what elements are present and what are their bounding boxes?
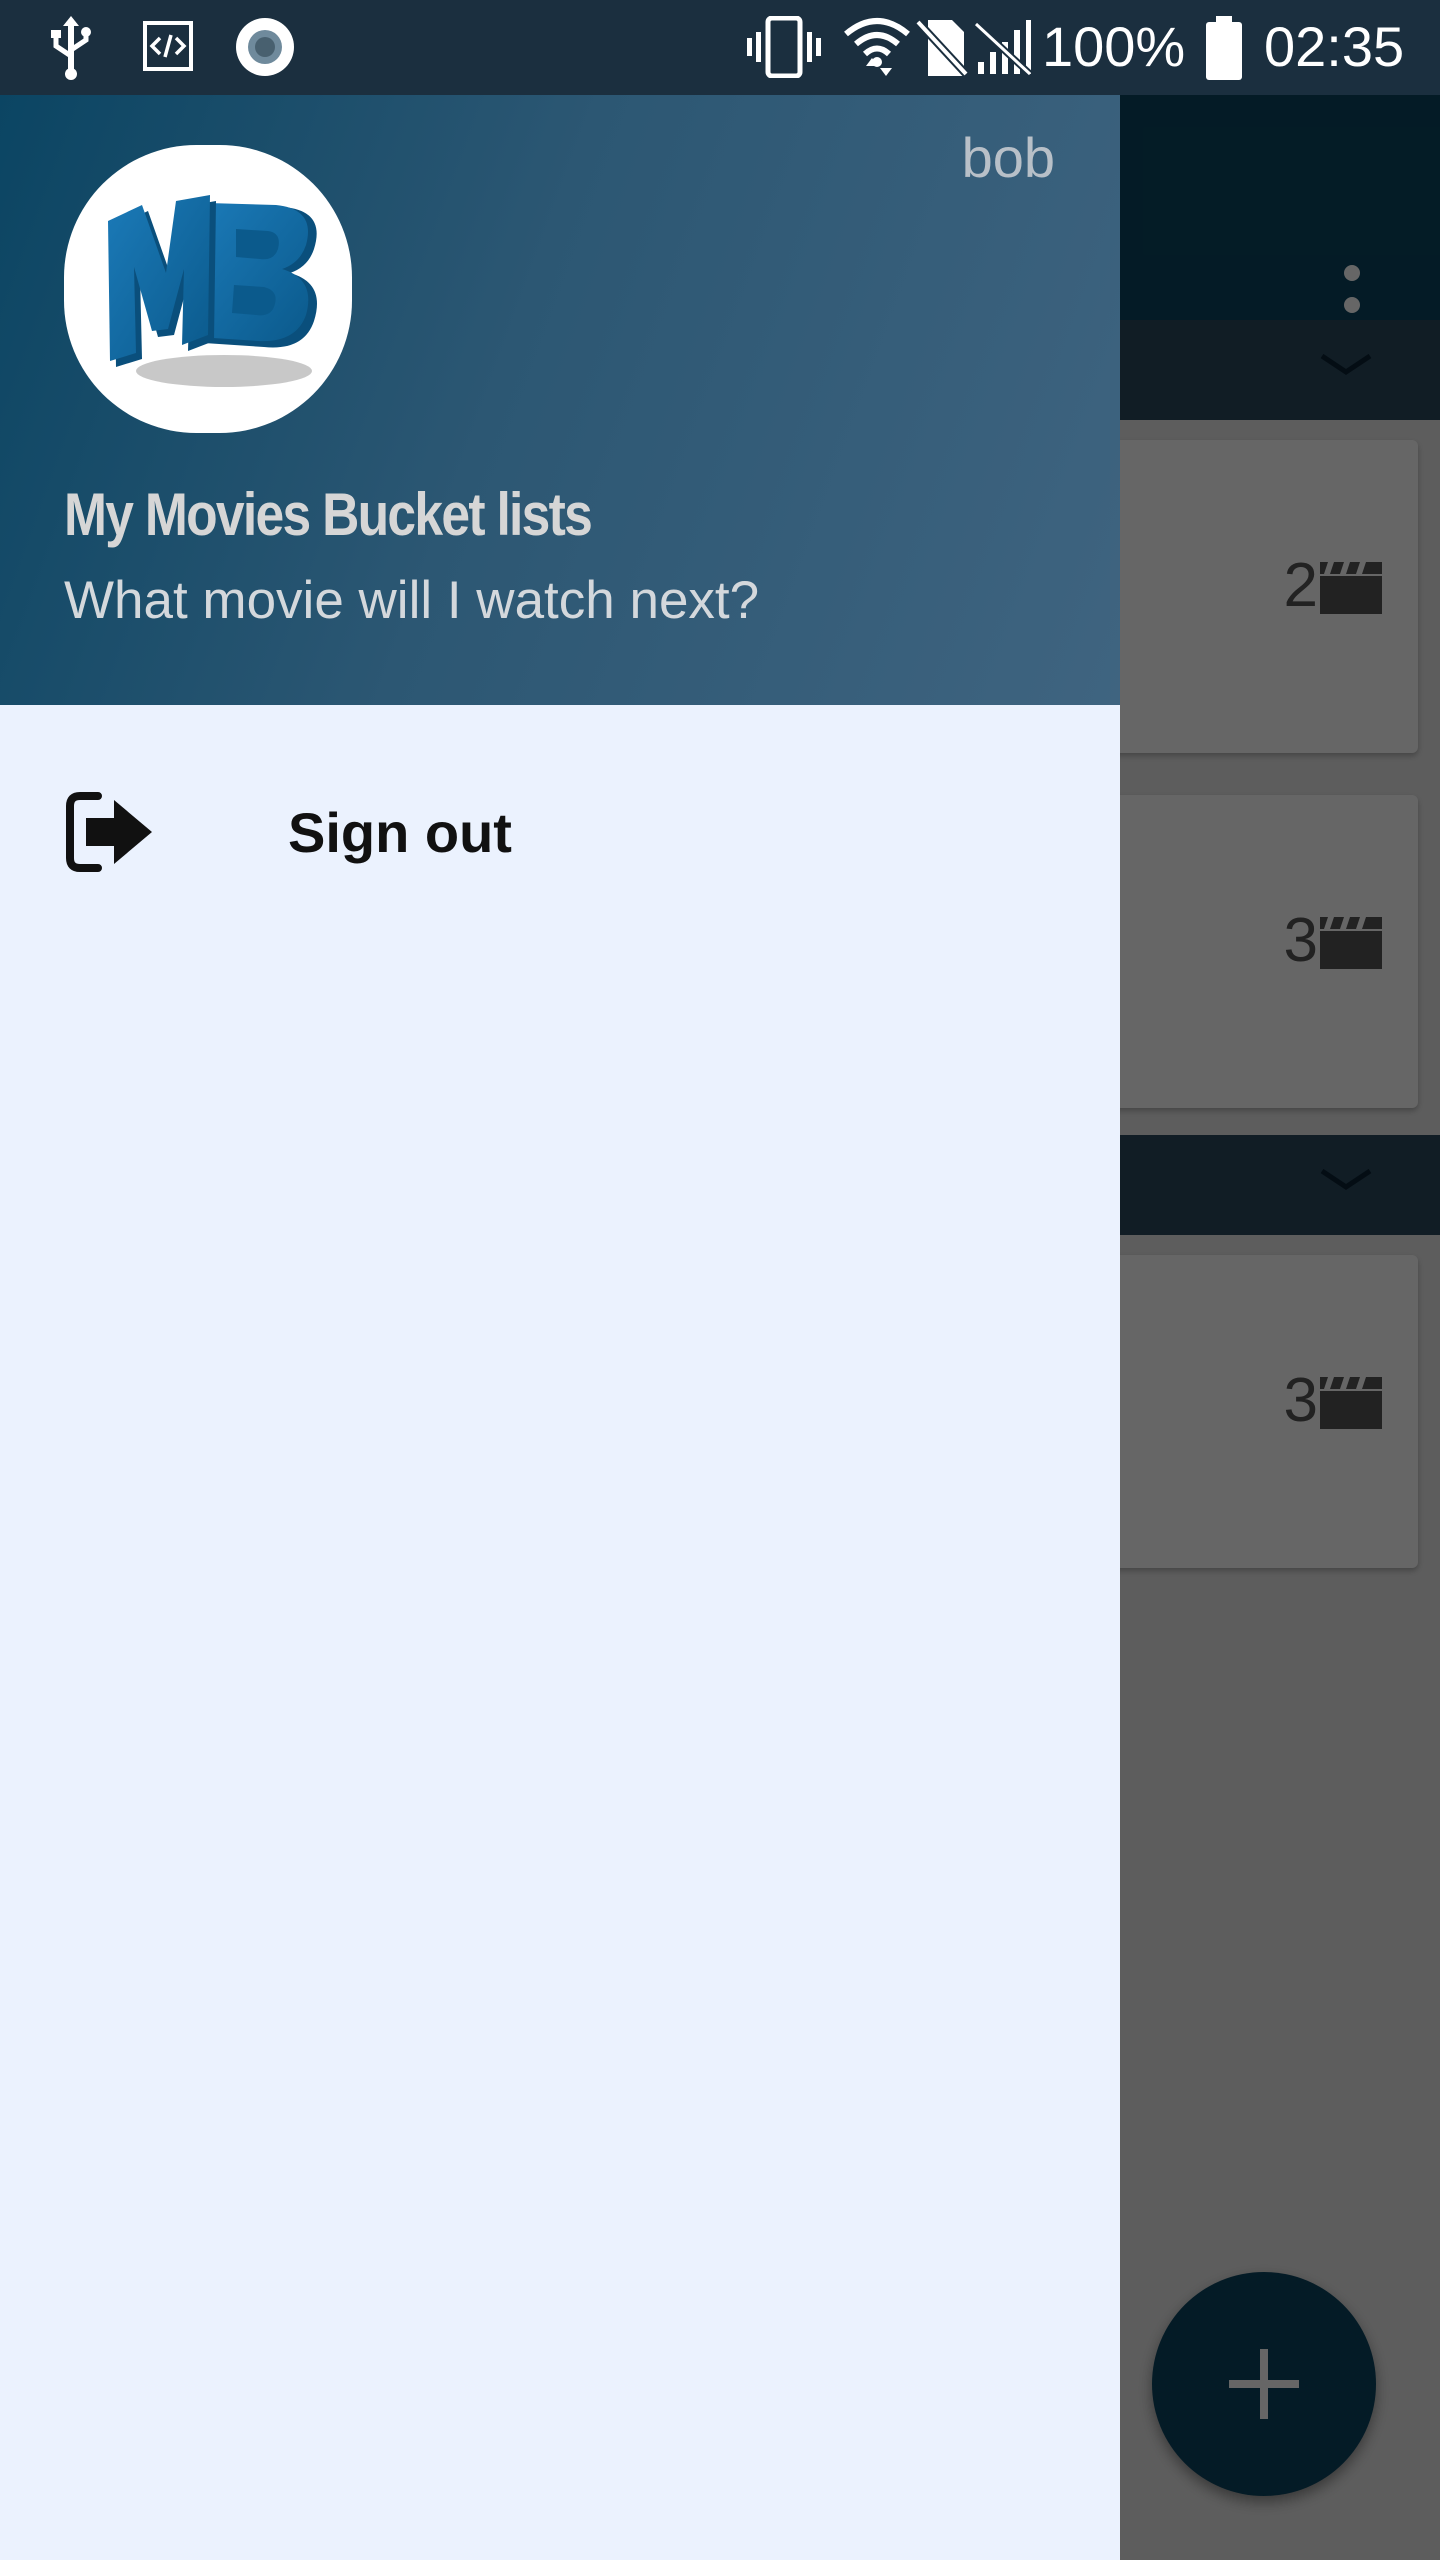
app-title: My Movies Bucket lists (64, 481, 593, 548)
developer-mode-icon (143, 21, 193, 71)
vibrate-icon (747, 16, 821, 78)
sign-out-label: Sign out (288, 801, 512, 864)
no-sim-icon (915, 19, 969, 77)
usb-icon (51, 16, 91, 80)
no-signal-icon (974, 20, 1032, 76)
app-subtitle: What movie will I watch next? (64, 571, 760, 630)
wifi-icon (844, 18, 910, 76)
status-bar: 100% 02:35 (0, 0, 1440, 95)
record-icon (236, 18, 294, 76)
battery-percentage: 100% (1042, 15, 1186, 78)
mb-logo-icon (108, 195, 317, 387)
drawer-header: bob My Movies Bucket lists What movie wi… (0, 95, 1120, 705)
clock: 02:35 (1264, 15, 1405, 78)
sign-out-icon (66, 792, 152, 872)
app-logo (64, 145, 352, 433)
sign-out-menu-item[interactable]: Sign out (0, 760, 1120, 910)
battery-full-icon (1206, 16, 1242, 80)
username: bob (961, 126, 1055, 189)
navigation-drawer: bob My Movies Bucket lists What movie wi… (0, 0, 1120, 2560)
